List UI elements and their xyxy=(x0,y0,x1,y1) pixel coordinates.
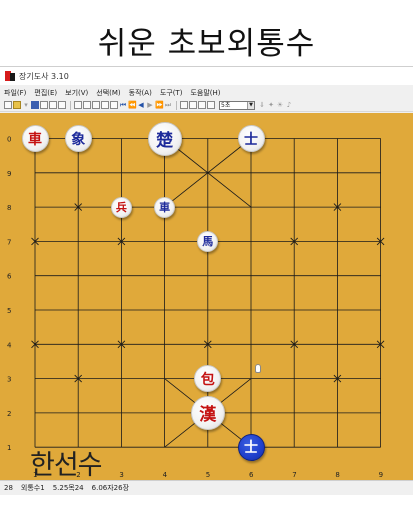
cho-advisor-selected-piece[interactable]: 士 xyxy=(237,433,265,461)
time-select-value: 5초 xyxy=(221,101,231,109)
rank-label: 8 xyxy=(7,204,11,212)
piece-char: 楚 xyxy=(156,131,174,151)
han-chariot-piece[interactable]: 車 xyxy=(21,125,49,152)
copy-icon[interactable] xyxy=(49,101,57,109)
han-general-piece[interactable]: 漢 xyxy=(190,395,225,430)
menu-bar: 파일(F) 편집(E) 보기(V) 선택(M) 동작(A) 도구(T) 도움말(… xyxy=(0,86,413,99)
open-folder-icon[interactable] xyxy=(13,101,21,109)
blank-area xyxy=(0,495,413,520)
hint-icon[interactable]: ✦ xyxy=(267,101,275,109)
window-title: 장기도사 3.10 xyxy=(19,71,69,81)
print-icon[interactable] xyxy=(40,101,48,109)
new-file-icon[interactable] xyxy=(4,101,12,109)
rank-label: 5 xyxy=(7,307,11,315)
menu-edit[interactable]: 편집(E) xyxy=(34,88,57,98)
next-fast-icon[interactable]: ⏩ xyxy=(155,101,164,109)
piece-char: 馬 xyxy=(202,235,214,249)
first-move-icon[interactable]: ⏮ xyxy=(119,101,127,109)
toolbar: ▾ ⏮ ⏪ ◀ ▶ ⏩ ⏭ 5초 ▼ ⇓ ✦ ☀ ♪ xyxy=(0,99,413,112)
file-label: 3 xyxy=(119,471,123,479)
mouse-cursor-icon xyxy=(255,364,261,373)
piece-char: 士 xyxy=(244,440,258,457)
piece-char: 士 xyxy=(244,131,258,148)
cho-chariot-piece[interactable]: 車 xyxy=(154,196,176,218)
turn-overlay-text: 한선수 xyxy=(30,450,103,481)
time-select[interactable]: 5초 ▼ xyxy=(219,100,255,110)
sound-icon[interactable]: ♪ xyxy=(285,101,293,109)
last-move-icon[interactable]: ⏭ xyxy=(164,101,172,109)
file-label: 6 xyxy=(249,471,254,479)
chevron-down-icon: ▼ xyxy=(247,101,254,109)
analysis-icon[interactable] xyxy=(207,101,215,109)
rank-label: 4 xyxy=(7,341,12,349)
file-label: 4 xyxy=(163,471,168,479)
layout-icon-4[interactable] xyxy=(101,101,109,109)
board-icon[interactable] xyxy=(180,101,188,109)
paste-icon[interactable] xyxy=(58,101,66,109)
dropdown-arrow-icon[interactable]: ▾ xyxy=(22,101,30,109)
file-label: 8 xyxy=(335,471,339,479)
file-label: 9 xyxy=(379,471,383,479)
toolbar-separator xyxy=(70,100,71,110)
rank-label: 2 xyxy=(7,410,11,418)
file-label: 7 xyxy=(292,471,296,479)
menu-select[interactable]: 선택(M) xyxy=(96,88,120,98)
janggi-board[interactable]: 0987654321123456789 한선수 車象楚士兵車馬包漢士 xyxy=(0,113,413,481)
piece-char: 包 xyxy=(200,371,215,388)
next-move-icon[interactable]: ▶ xyxy=(146,101,154,109)
save-icon[interactable] xyxy=(31,101,39,109)
rank-label: 7 xyxy=(7,238,11,246)
record-icon[interactable] xyxy=(198,101,206,109)
app-window: 장기도사 3.10 파일(F) 편집(E) 보기(V) 선택(M) 동작(A) … xyxy=(0,66,413,520)
rank-label: 3 xyxy=(7,376,11,384)
layout-icon-3[interactable] xyxy=(92,101,100,109)
piece-char: 車 xyxy=(159,201,171,215)
menu-action[interactable]: 동작(A) xyxy=(129,88,152,98)
toolbar-separator-2 xyxy=(176,100,177,110)
status-time: 6.06자26장 xyxy=(91,483,130,492)
headline-title: 쉬운 초보외통수 xyxy=(97,26,316,62)
piece-char: 漢 xyxy=(199,405,217,426)
menu-help[interactable]: 도움말(H) xyxy=(190,88,220,98)
menu-tools[interactable]: 도구(T) xyxy=(160,88,183,98)
chat-icon[interactable] xyxy=(189,101,197,109)
prev-fast-icon[interactable]: ⏪ xyxy=(128,101,137,109)
status-score: 5.25목24 xyxy=(52,483,84,492)
rank-label: 0 xyxy=(7,136,11,144)
rank-label: 6 xyxy=(7,273,12,281)
cho-general-piece[interactable]: 楚 xyxy=(147,121,182,156)
layout-icon-5[interactable] xyxy=(110,101,118,109)
menu-view[interactable]: 보기(V) xyxy=(65,88,88,98)
menu-file[interactable]: 파일(F) xyxy=(4,88,26,98)
light-icon[interactable]: ☀ xyxy=(276,101,284,109)
cho-elephant-piece[interactable]: 象 xyxy=(64,125,92,152)
arrow-down-icon[interactable]: ⇓ xyxy=(258,101,266,109)
rank-label: 9 xyxy=(7,170,11,178)
prev-move-icon[interactable]: ◀ xyxy=(137,101,145,109)
piece-char: 車 xyxy=(28,131,42,148)
piece-char: 兵 xyxy=(115,201,127,215)
app-icon xyxy=(5,71,15,81)
status-problem-title: 외통수1 xyxy=(20,483,45,492)
cho-advisor-piece[interactable]: 士 xyxy=(237,125,265,152)
file-label: 5 xyxy=(206,471,210,479)
layout-icon-1[interactable] xyxy=(74,101,82,109)
rank-label: 1 xyxy=(7,444,11,452)
piece-char: 象 xyxy=(71,131,86,148)
layout-icon-2[interactable] xyxy=(83,101,91,109)
han-soldier-piece[interactable]: 兵 xyxy=(110,196,132,218)
status-move-number: 28 xyxy=(4,483,13,492)
status-bar: 28 외통수1 5.25목24 6.06자26장 xyxy=(0,480,413,494)
title-bar: 장기도사 3.10 xyxy=(0,67,413,85)
